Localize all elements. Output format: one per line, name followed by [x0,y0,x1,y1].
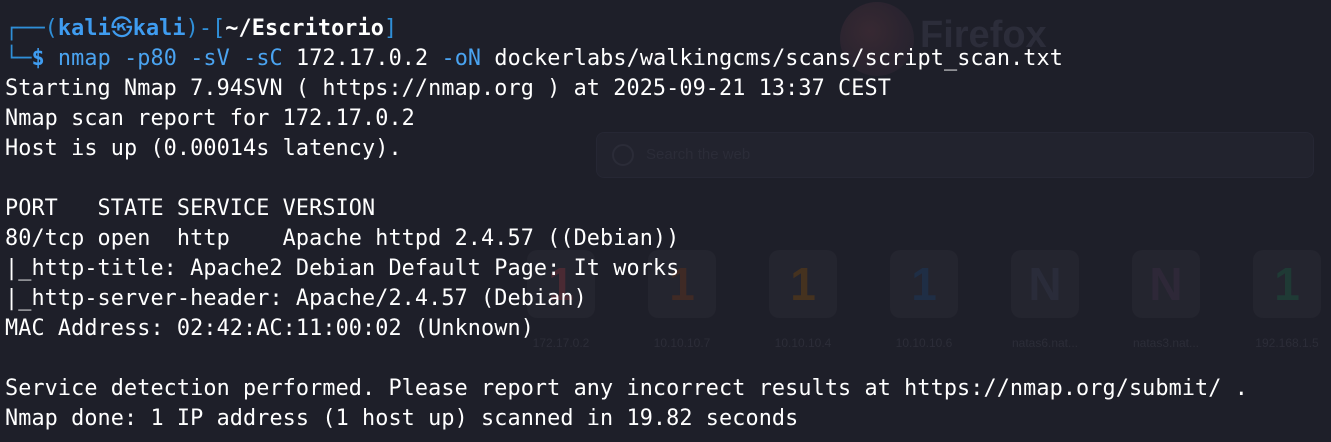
command-name: nmap [57,46,111,71]
output-line: Nmap done: 1 IP address (1 host up) scan… [5,406,799,431]
output-line: Service detection performed. Please repo… [5,376,1248,401]
prompt-frame-close: ] [383,16,398,41]
command-flag: -sV [190,46,230,71]
prompt-frame-open: ┌──( [5,16,58,41]
output-line: Host is up (0.00014s latency). [5,136,402,161]
output-line: Starting Nmap 7.94SVN ( https://nmap.org… [5,76,891,101]
prompt-host: kali [132,16,186,41]
terminal-output[interactable]: ┌──(kali㉿kali)-[~/Escritorio] └─$ nmap -… [5,14,1248,434]
output-line: |_http-title: Apache2 Debian Default Pag… [5,256,680,281]
output-line: MAC Address: 02:42:AC:11:00:02 (Unknown) [5,316,534,341]
command-output-flag: -oN [441,46,482,71]
prompt-user: kali [57,16,111,41]
prompt-frame-mid: )-[ [185,16,226,41]
prompt-frame-bottom: └─ [5,46,32,71]
output-line: Nmap scan report for 172.17.0.2 [5,106,415,131]
prompt-symbol: $ [31,46,45,71]
prompt-path: ~/Escritorio [225,16,384,41]
command-flag: -sC [243,46,283,71]
command-output-file: dockerlabs/walkingcms/scans/script_scan.… [494,46,1063,71]
shortcut-favicon-icon: 1 [1253,250,1321,318]
output-line: PORT STATE SERVICE VERSION [5,196,376,221]
prompt-line-top: ┌──(kali㉿kali)-[~/Escritorio] [5,14,1248,44]
command-flag: -p80 [124,46,177,71]
kali-separator-icon: ㉿ [110,16,133,41]
command-line[interactable]: └─$ nmap -p80 -sV -sC 172.17.0.2 -oN doc… [5,44,1248,74]
output-line: 80/tcp open http Apache httpd 2.4.57 ((D… [5,226,680,251]
command-target: 172.17.0.2 [296,46,429,71]
output-line: |_http-server-header: Apache/2.4.57 (Deb… [5,286,587,311]
